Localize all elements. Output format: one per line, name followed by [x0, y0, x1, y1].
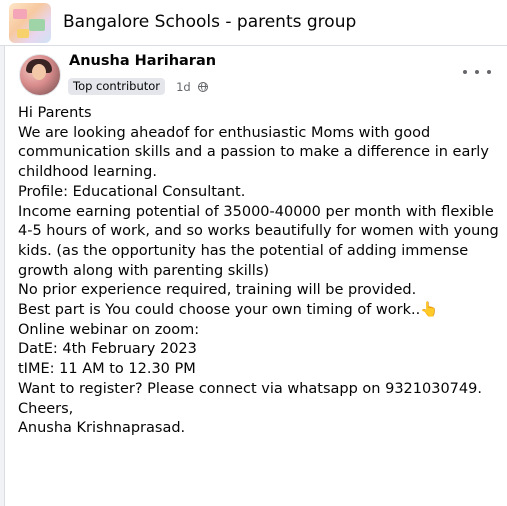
post-line: Want to register? Please connect via wha… — [18, 380, 482, 397]
group-header: Bangalore Schools - parents group — [0, 0, 507, 46]
thumbnail-shape — [17, 29, 29, 38]
post-timestamp[interactable]: 1d — [176, 80, 191, 94]
top-contributor-badge[interactable]: Top contributor — [68, 78, 166, 95]
post-line: Profile: Educational Consultant. — [18, 183, 246, 200]
globe-icon — [197, 81, 208, 92]
post-line: DatE: 4th February 2023 — [18, 341, 197, 358]
post-line: Hi Parents — [18, 105, 92, 121]
post-line: No prior experience required, training w… — [18, 282, 417, 299]
post-line: Income earning potential of 35000-40000 … — [18, 203, 499, 279]
post-meta: Top contributor 1d — [68, 76, 208, 95]
thumbnail-shape — [13, 9, 27, 19]
post-line: We are looking aheadof for enthusiastic … — [18, 124, 489, 181]
post-line: Cheers, — [18, 400, 74, 417]
more-dot — [463, 70, 467, 74]
more-dot — [487, 70, 491, 74]
post-line: Anusha Krishnaprasad. — [18, 420, 186, 437]
post-body: Hi Parents We are looking aheadof for en… — [18, 104, 500, 439]
post-line: Best part is You could choose your own t… — [18, 302, 439, 319]
avatar-face — [32, 64, 46, 80]
group-cover-thumbnail[interactable] — [9, 3, 51, 43]
post-line: tIME: 11 AM to 12.30 PM — [18, 361, 196, 378]
thumbnail-shape — [29, 19, 45, 31]
more-options-button[interactable] — [463, 64, 491, 80]
post-card: Anusha Hariharan Top contributor 1d Hi P… — [4, 46, 507, 506]
post-line: Online webinar on zoom: — [18, 321, 200, 338]
avatar[interactable] — [19, 54, 61, 96]
group-title[interactable]: Bangalore Schools - parents group — [63, 12, 356, 32]
post-author[interactable]: Anusha Hariharan — [69, 53, 216, 69]
more-dot — [475, 70, 479, 74]
